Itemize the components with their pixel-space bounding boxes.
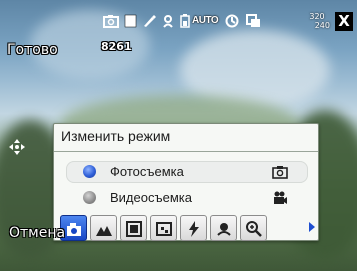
white-balance-icon[interactable] bbox=[124, 14, 137, 28]
auto-mode-indicator: AUTO bbox=[192, 14, 219, 28]
option-video-mode[interactable]: Видеосъемка bbox=[66, 187, 308, 209]
camera-mode-icon[interactable] bbox=[103, 14, 119, 28]
toolbar-frame-button[interactable] bbox=[120, 215, 147, 241]
dialog-title: Изменить режим bbox=[61, 128, 171, 144]
toolbar-flash-button[interactable] bbox=[180, 215, 207, 241]
toolbar-macro-button[interactable] bbox=[210, 215, 237, 241]
landscape-icon bbox=[96, 226, 112, 236]
ready-status: Готово bbox=[7, 42, 58, 58]
macro-flower-icon bbox=[217, 223, 231, 236]
option-photo-mode[interactable]: Фотосъемка bbox=[66, 161, 308, 183]
toolbar-scene-button[interactable] bbox=[150, 215, 177, 241]
zoom-icon bbox=[246, 221, 262, 237]
resolution-width: 320 bbox=[309, 12, 325, 21]
toolbar-scroll-right-icon[interactable] bbox=[309, 222, 315, 232]
close-button[interactable]: X bbox=[335, 12, 353, 31]
cancel-softkey[interactable]: Отмена bbox=[9, 225, 65, 241]
brush-effect-icon[interactable] bbox=[142, 14, 156, 28]
auto-mode-text: AUTO bbox=[192, 15, 219, 26]
flash-icon bbox=[189, 221, 199, 237]
radio-unselected-icon[interactable] bbox=[83, 191, 96, 204]
macro-icon[interactable] bbox=[161, 14, 175, 28]
burst-mode-icon[interactable] bbox=[246, 14, 261, 28]
toolbar-zoom-button[interactable] bbox=[240, 215, 267, 241]
resolution-indicator[interactable]: 320 240 bbox=[304, 12, 330, 32]
shots-remaining-counter: 8261 bbox=[101, 40, 132, 53]
self-timer-icon[interactable] bbox=[225, 14, 240, 28]
option-label: Видеосъемка bbox=[110, 190, 192, 205]
battery-icon bbox=[180, 14, 190, 28]
navigation-pad-icon[interactable] bbox=[9, 139, 25, 155]
camera-icon bbox=[272, 164, 288, 180]
photo-mode-icon bbox=[67, 223, 81, 236]
mode-toolbar bbox=[60, 215, 322, 243]
option-label: Фотосъемка bbox=[110, 164, 184, 179]
scene-icon bbox=[156, 222, 172, 236]
video-camera-icon bbox=[272, 190, 288, 206]
dialog-divider bbox=[54, 151, 318, 152]
resolution-height: 240 bbox=[314, 21, 330, 30]
toolbar-landscape-button[interactable] bbox=[90, 215, 117, 241]
radio-selected-icon[interactable] bbox=[83, 165, 96, 178]
status-bar: AUTO 320 240 X bbox=[0, 10, 357, 34]
frame-icon bbox=[126, 221, 142, 237]
camera-viewfinder[interactable]: AUTO 320 240 X Готово 8261 Изменить режи… bbox=[0, 0, 357, 271]
